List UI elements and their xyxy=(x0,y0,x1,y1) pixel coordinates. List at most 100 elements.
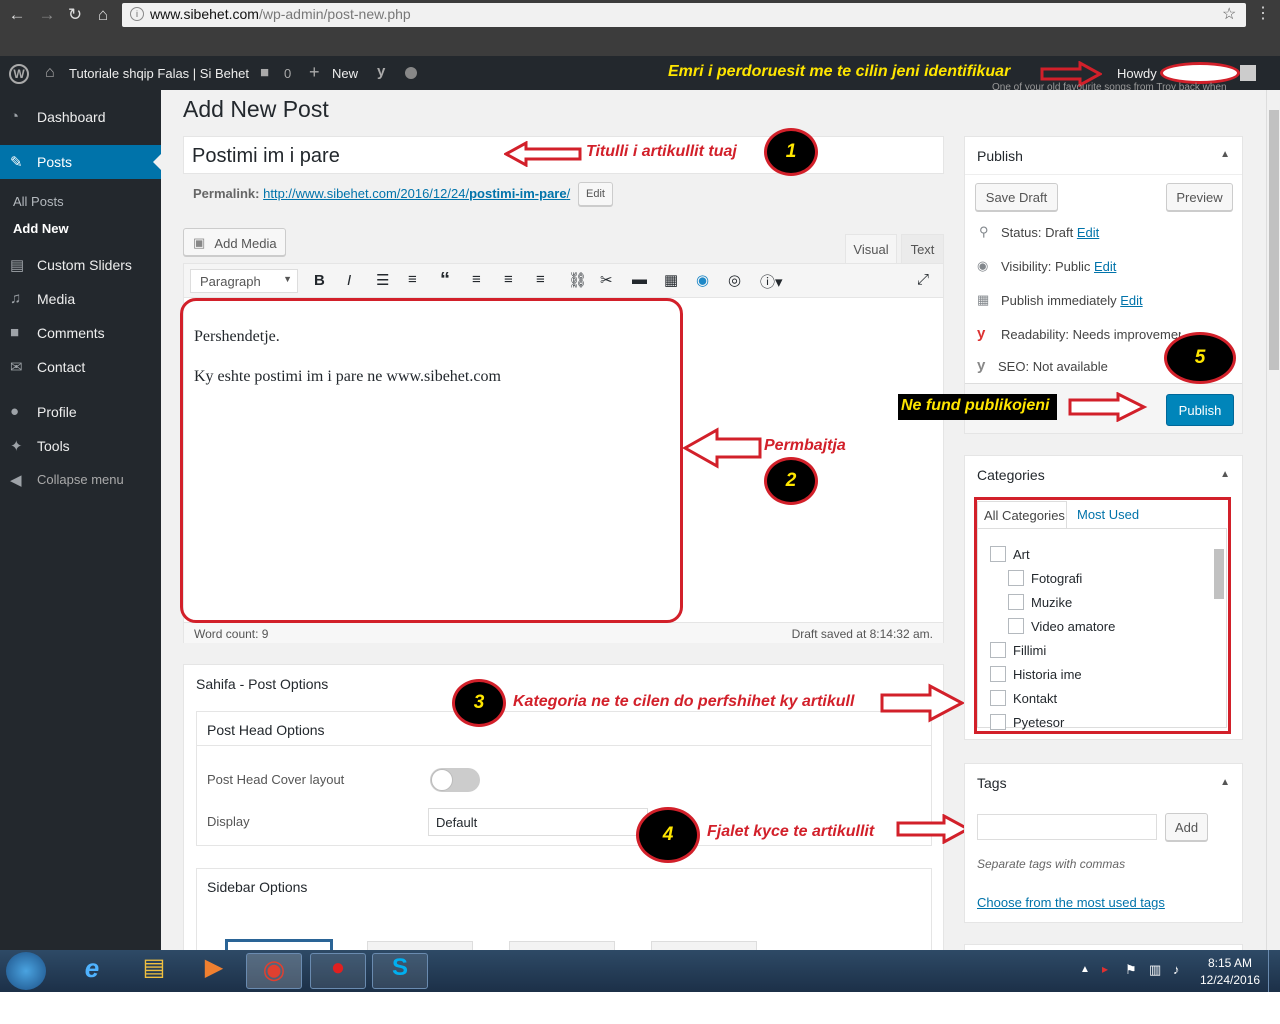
sidebar-item-label: Dashboard xyxy=(37,109,106,125)
back-icon[interactable]: ← xyxy=(6,5,28,25)
tab-text[interactable]: Text xyxy=(901,234,944,264)
tray-flag-icon[interactable]: ▸ xyxy=(1102,962,1108,976)
cover-layout-toggle[interactable] xyxy=(430,768,480,792)
slider-icon: ▤ xyxy=(10,257,25,274)
align-right-icon[interactable]: ≡ xyxy=(536,271,545,288)
tags-input[interactable] xyxy=(977,814,1157,840)
annotation-number-3: 3 xyxy=(452,679,506,727)
url-host: www.sibehet.com xyxy=(150,6,259,22)
visibility-value: Public xyxy=(1054,259,1091,274)
bold-icon[interactable]: B xyxy=(314,272,325,289)
avatar[interactable] xyxy=(1240,65,1256,81)
collapse-arrow-icon[interactable]: ▲ xyxy=(1220,469,1230,480)
blockquote-icon[interactable]: “ xyxy=(440,269,450,292)
publish-box: Publish ▲ Save Draft Preview ⚲ Status: Dr… xyxy=(964,136,1243,434)
add-media-button[interactable]: ▣ Add Media xyxy=(183,228,286,256)
skype-icon[interactable]: S xyxy=(372,953,428,989)
preview-button[interactable]: Preview xyxy=(1166,183,1233,211)
add-tag-button[interactable]: Add xyxy=(1165,813,1208,841)
network-icon[interactable]: ▥ xyxy=(1149,962,1161,978)
comment-icon: ■ xyxy=(10,324,20,341)
sidebar-item-custom-sliders[interactable]: ▤ Custom Sliders xyxy=(0,248,161,282)
readability-label: Readability: xyxy=(1001,327,1069,342)
permalink-edit-button[interactable]: Edit xyxy=(578,182,613,206)
sidebar-item-comments[interactable]: ■ Comments xyxy=(0,316,161,350)
username-scribble xyxy=(1160,62,1240,84)
new-content-link[interactable]: New xyxy=(332,66,358,81)
visibility-edit-link[interactable]: Edit xyxy=(1094,259,1116,274)
info-icon[interactable]: i xyxy=(130,7,144,21)
screen-recorder-icon[interactable]: ● xyxy=(310,953,366,989)
format-select[interactable]: Paragraph ▼ xyxy=(190,269,298,293)
sidebar-item-tools[interactable]: ✦ Tools xyxy=(0,429,161,463)
publish-header[interactable]: Publish ▲ xyxy=(965,137,1242,175)
show-desktop-button[interactable] xyxy=(1268,950,1280,992)
page-scrollbar[interactable] xyxy=(1266,90,1280,950)
home-icon[interactable]: ⌂ xyxy=(92,5,114,25)
page-title: Add New Post xyxy=(183,96,329,122)
sidebar-sub-add-new[interactable]: Add New xyxy=(13,221,69,236)
yoast-icon[interactable]: y xyxy=(377,63,385,80)
sidebar-item-posts[interactable]: ✎ Posts xyxy=(0,145,161,179)
sidebar-sub-all-posts[interactable]: All Posts xyxy=(13,194,64,209)
sidebar-item-contact[interactable]: ✉ Contact xyxy=(0,350,161,384)
sidebar-item-dashboard[interactable]: ◔ Dashboard xyxy=(0,100,161,134)
info-dropdown-icon[interactable]: ⓘ▾ xyxy=(760,271,783,292)
action-center-icon[interactable]: ⚑ xyxy=(1125,962,1137,978)
forward-icon[interactable]: → xyxy=(36,5,58,25)
unlink-icon[interactable]: ✂ xyxy=(600,271,613,289)
publish-button[interactable]: Publish xyxy=(1166,394,1234,426)
align-center-icon[interactable]: ≡ xyxy=(504,271,513,288)
wordpress-logo-icon[interactable]: W xyxy=(9,64,29,84)
format-value: Paragraph xyxy=(200,274,261,289)
clock-time[interactable]: 8:15 AM xyxy=(1208,956,1252,970)
link-icon[interactable]: ⛓ xyxy=(568,271,587,289)
sidebar-item-collapse[interactable]: ◀ Collapse menu xyxy=(0,463,161,497)
sidebar-item-profile[interactable]: ● Profile xyxy=(0,395,161,429)
internet-explorer-icon[interactable]: e xyxy=(64,953,120,989)
save-draft-button[interactable]: Save Draft xyxy=(975,183,1058,211)
display-select[interactable]: Default xyxy=(428,808,648,836)
howdy-label[interactable]: Howdy xyxy=(1117,66,1157,81)
permalink-slug: postimi-im-pare xyxy=(469,186,567,201)
browser-chrome: ← → ↻ ⌂ i www.sibehet.com/wp-admin/post-… xyxy=(0,0,1280,56)
toolbar-toggle-icon[interactable]: ▦ xyxy=(664,271,678,289)
bullet-list-icon[interactable]: ☰ xyxy=(376,271,389,289)
add-media-label: Add Media xyxy=(214,236,277,251)
collapse-arrow-icon[interactable]: ▲ xyxy=(1220,149,1230,160)
chrome-icon[interactable]: ◉ xyxy=(246,953,302,989)
schedule-edit-link[interactable]: Edit xyxy=(1120,293,1142,308)
status-edit-link[interactable]: Edit xyxy=(1077,225,1099,240)
bookmark-star-icon[interactable]: ☆ xyxy=(1222,4,1236,24)
tray-expand-icon[interactable]: ▲ xyxy=(1080,964,1090,975)
tab-visual[interactable]: Visual xyxy=(845,234,897,264)
address-bar[interactable]: i www.sibehet.com/wp-admin/post-new.php xyxy=(122,3,1246,27)
site-name-link[interactable]: Tutoriale shqip Falas | Si Behet xyxy=(69,66,249,81)
clock-date[interactable]: 12/24/2016 xyxy=(1200,973,1260,987)
permalink-link[interactable]: http://www.sibehet.com/2016/12/24/postim… xyxy=(263,186,570,201)
align-left-icon[interactable]: ≡ xyxy=(472,271,481,288)
sidebar-item-label: Collapse menu xyxy=(37,472,124,487)
fullscreen-icon[interactable]: ⤢ xyxy=(917,271,929,288)
annotation-number-2: 2 xyxy=(764,457,818,505)
start-button[interactable] xyxy=(6,952,46,990)
permalink-url: http://www.sibehet.com/2016/12/24/ xyxy=(263,186,470,201)
read-more-icon[interactable]: ▬ xyxy=(632,271,647,288)
browser-menu-icon[interactable]: ⋮ xyxy=(1255,3,1271,23)
camera-icon[interactable]: ◉ xyxy=(696,271,709,289)
sidebar-item-media[interactable]: ♫ Media xyxy=(0,282,161,316)
italic-icon[interactable]: I xyxy=(347,272,351,289)
instagram-icon[interactable]: ◎ xyxy=(728,271,741,289)
comments-count[interactable]: 0 xyxy=(284,66,291,81)
volume-icon[interactable]: ♪ xyxy=(1173,962,1180,977)
choose-tags-link[interactable]: Choose from the most used tags xyxy=(977,895,1165,910)
reload-icon[interactable]: ↻ xyxy=(64,5,86,25)
home-site-icon: ⌂ xyxy=(45,64,55,81)
mail-icon: ✉ xyxy=(10,359,23,376)
comment-bubble-icon[interactable]: ■ xyxy=(260,64,269,81)
collapse-arrow-icon[interactable]: ▲ xyxy=(1220,777,1230,788)
media-player-icon[interactable]: ▶ xyxy=(186,953,242,989)
file-explorer-icon[interactable]: ▤ xyxy=(126,953,182,989)
numbered-list-icon[interactable]: ≡ xyxy=(408,271,417,288)
collapse-icon: ◀ xyxy=(10,472,22,489)
